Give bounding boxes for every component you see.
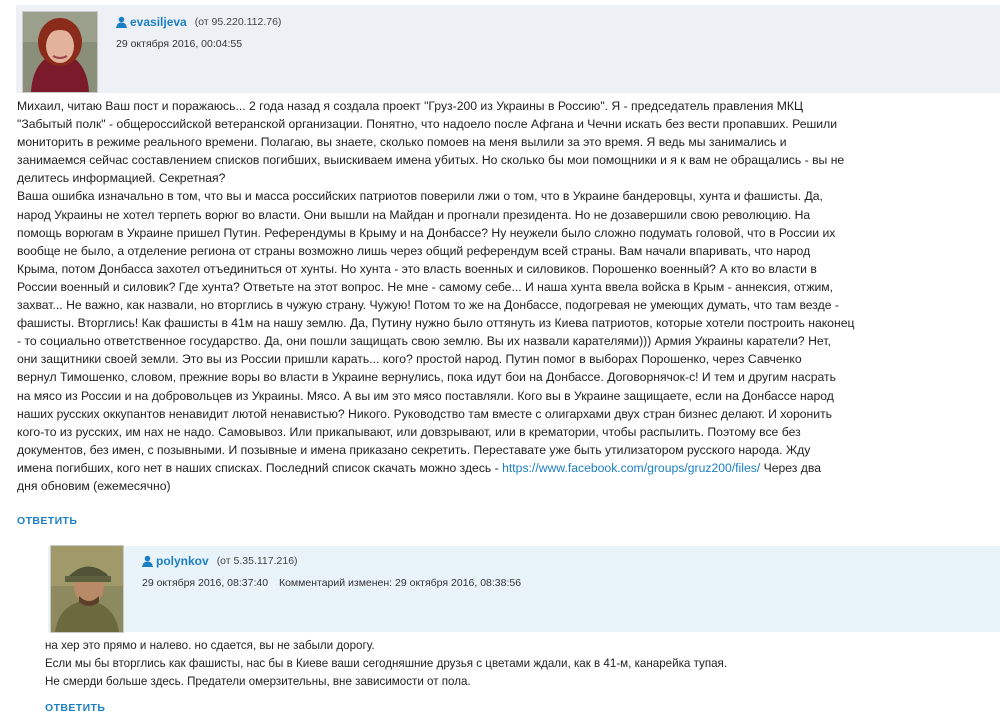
comment-line: "Забытый полк" - общероссийской ветеранс… bbox=[17, 117, 838, 132]
comment-reply: polynkov (от 5.35.117.216) 29 октября 20… bbox=[32, 540, 1000, 714]
comment-line: народ Украины не хотел терпеть ворюг во … bbox=[17, 207, 811, 222]
comment-line: вернул Тимошенко, словом, прежние воры в… bbox=[17, 370, 836, 385]
user-icon bbox=[116, 16, 127, 28]
comment-meta: polynkov (от 5.35.117.216) 29 октября 20… bbox=[142, 552, 521, 592]
comment-line: наших русских оккупантов ненавидит лютой… bbox=[17, 406, 833, 421]
comment-line: документов, без имен, с позывными. И поз… bbox=[17, 442, 811, 457]
comment-line: Крыма, потом Донбасса захотел отъединить… bbox=[17, 261, 817, 276]
comment-line: фашисты. Вторглись! Как фашисты в 41м на… bbox=[17, 316, 855, 331]
comment-meta: evasiljeva (от 95.220.112.76) 29 октября… bbox=[116, 13, 281, 53]
comment-line: делитесь информацией. Секретная? bbox=[17, 171, 226, 186]
comment-line: Михаил, читаю Ваш пост и поражаюсь... 2 … bbox=[17, 99, 803, 113]
comment-header: evasiljeva (от 95.220.112.76) 29 октября… bbox=[0, 0, 1000, 95]
comment-header: polynkov (от 5.35.117.216) 29 октября 20… bbox=[32, 540, 1000, 635]
comment-line: на хер это прямо и налево. но сдается, в… bbox=[45, 639, 375, 652]
avatar-image bbox=[51, 546, 123, 632]
comment-date: 29 октября 2016, 08:37:40 bbox=[142, 577, 269, 589]
comment-line-text: имена погибших, кого нет в наших списках… bbox=[17, 460, 503, 475]
comment-line: Ваша ошибка изначально в том, что вы и м… bbox=[17, 189, 823, 204]
comment-line: на мясо из России и на добровольцев из У… bbox=[17, 388, 834, 403]
avatar[interactable] bbox=[50, 545, 124, 633]
comment-body: на хер это прямо и налево. но сдается, в… bbox=[45, 637, 727, 690]
username-link[interactable]: polynkov bbox=[156, 552, 209, 570]
reply-button[interactable]: ОТВЕТИТЬ bbox=[17, 515, 77, 527]
username-row: polynkov (от 5.35.117.216) bbox=[142, 552, 521, 570]
ip-address: (от 5.35.117.216) bbox=[216, 555, 298, 567]
username-row: evasiljeva (от 95.220.112.76) bbox=[116, 13, 281, 31]
comment-line: мониторить в режиме реального времени. П… bbox=[17, 135, 787, 150]
comment-body: Михаил, читаю Ваш пост и поражаюсь... 2 … bbox=[17, 97, 854, 495]
comment-line-with-link: имена погибших, кого нет в наших списках… bbox=[17, 459, 854, 477]
comment-line: - то социально ответственное государство… bbox=[17, 334, 831, 349]
comment-line-text: Через два bbox=[760, 460, 822, 475]
comment-date-row: 29 октября 2016, 08:37:40 Комментарий из… bbox=[142, 574, 521, 592]
comment-edited: Комментарий изменен: 29 октября 2016, 08… bbox=[278, 577, 522, 589]
comment-line: занимаемся сейчас составлением списков п… bbox=[17, 153, 845, 168]
comment-line: они защитники своей земли. Это вы из Рос… bbox=[17, 352, 802, 367]
facebook-files-link[interactable]: https://www.facebook.com/groups/gruz200/… bbox=[502, 461, 760, 475]
comment-line: захват... Не важно, как назвали, но втор… bbox=[17, 298, 839, 313]
username-link[interactable]: evasiljeva bbox=[130, 13, 187, 31]
comment-line: Если мы бы вторглись как фашисты, нас бы… bbox=[45, 656, 728, 670]
user-icon bbox=[142, 555, 153, 567]
comment-line: Не смерди больше здесь. Предатели омерзи… bbox=[45, 674, 471, 688]
ip-address: (от 95.220.112.76) bbox=[194, 16, 282, 28]
comment-date: 29 октября 2016, 00:04:55 bbox=[116, 38, 243, 50]
comment-line: вообще не было, а отделение региона от с… bbox=[17, 243, 811, 258]
comment-line: России военный и силовик? Где хунта? Отв… bbox=[17, 279, 834, 294]
comment-line: дня обновим (ежемесячно) bbox=[17, 478, 171, 493]
comment: evasiljeva (от 95.220.112.76) 29 октября… bbox=[0, 0, 1000, 527]
comment-line: помощь ворюгам в Украине пришел Путин. Р… bbox=[17, 225, 836, 240]
reply-button[interactable]: ОТВЕТИТЬ bbox=[45, 702, 105, 714]
comment-line: кого-то из русских, им нах не надо. Само… bbox=[17, 424, 801, 439]
avatar-image bbox=[23, 12, 97, 92]
avatar[interactable] bbox=[22, 11, 98, 93]
